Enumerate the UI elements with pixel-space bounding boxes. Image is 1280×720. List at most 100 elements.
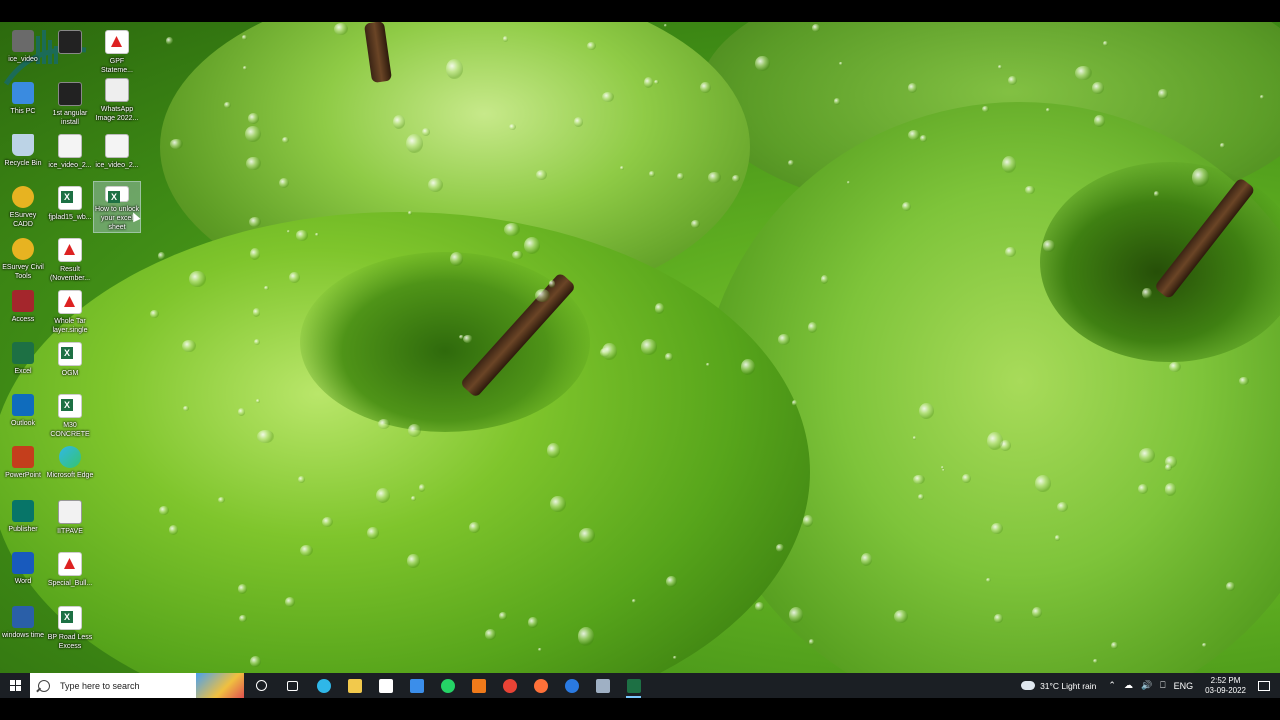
excel-file-icon: [58, 606, 82, 630]
firefox-taskbar-button[interactable]: [525, 673, 556, 698]
search-icon: [38, 679, 50, 692]
whatsapp-taskbar-button[interactable]: [432, 673, 463, 698]
publisher-app-icon: [12, 500, 34, 522]
water-drop: [731, 174, 741, 182]
network-icon[interactable]: ⎕: [1160, 680, 1165, 691]
water-drop: [601, 91, 614, 102]
desktop-icon-excel[interactable]: Excel: [0, 338, 46, 376]
water-drop: [861, 552, 872, 566]
desktop-icon-word[interactable]: Word: [0, 548, 46, 586]
desktop-icon-ice-video-2a[interactable]: ice_video_2...: [47, 130, 93, 170]
desktop-icon-publisher[interactable]: Publisher: [0, 496, 46, 534]
desktop-icon-ice-video-2b[interactable]: ice_video_2...: [94, 130, 140, 170]
excel-file-icon: [58, 342, 82, 366]
edge-app-icon: [59, 446, 81, 468]
access-app-icon: [12, 290, 34, 312]
mail-taskbar-button[interactable]: [401, 673, 432, 698]
water-drop: [602, 342, 617, 361]
task-view-taskbar-button[interactable]: [277, 673, 308, 698]
calculator-taskbar-button[interactable]: [587, 673, 618, 698]
file-explorer-taskbar-button[interactable]: [339, 673, 370, 698]
desktop-icon-m30-concrete[interactable]: M30 CONCRETE: [47, 390, 93, 439]
water-drop: [407, 211, 412, 216]
firefox-icon: [533, 678, 548, 693]
water-drop: [821, 275, 829, 284]
apple-hollow: [300, 252, 590, 432]
desktop-icon-special-bull[interactable]: Special_Bull...: [47, 548, 93, 588]
thunderbird-icon: [564, 678, 579, 693]
desktop-icons: ice_video GPF Stateme... This PC 1st ang…: [0, 22, 150, 673]
water-drop: [170, 138, 183, 149]
water-drop: [257, 429, 275, 443]
desktop-icon-windows-time[interactable]: windows time: [0, 602, 46, 640]
file-icon: [105, 134, 129, 158]
desktop-icon-whatsapp-image[interactable]: WhatsApp Image 2022...: [94, 74, 140, 123]
recycle-bin-icon: [12, 134, 34, 156]
edge-taskbar-button[interactable]: [308, 673, 339, 698]
desktop-icon-access[interactable]: Access: [0, 286, 46, 324]
outlook-app-icon: [12, 394, 34, 416]
mail-icon: [409, 678, 424, 693]
taskbar-search-box[interactable]: Type here to search: [30, 673, 244, 698]
cortana-taskbar-button[interactable]: [246, 673, 277, 698]
water-drop: [1164, 464, 1172, 472]
desktop-icon-powerpoint[interactable]: PowerPoint: [0, 442, 46, 480]
water-drop: [1092, 658, 1098, 663]
desktop-icon-this-pc[interactable]: This PC: [0, 78, 46, 116]
esurvey-icon: [12, 238, 34, 260]
whatsapp-icon: [440, 678, 455, 693]
desktop-icon-esurvey-civil-tools[interactable]: ESurvey Civil Tools: [0, 234, 46, 281]
water-drop: [468, 522, 480, 533]
water-drop: [1045, 107, 1051, 112]
start-button[interactable]: [0, 673, 30, 698]
water-drop: [535, 288, 551, 302]
water-drop: [808, 639, 814, 645]
desktop-icon-esurvey-cadd[interactable]: ESurvey CADD: [0, 182, 46, 229]
water-drop: [677, 173, 684, 181]
desktop-icon-fjplad15[interactable]: fjplad15_wb...: [47, 182, 93, 222]
desktop-icon-ogm[interactable]: OGM: [47, 338, 93, 378]
desktop-icon-outlook[interactable]: Outlook: [0, 390, 46, 428]
water-drop: [1055, 535, 1060, 541]
chevron-up-icon[interactable]: ⌃: [1108, 680, 1116, 691]
desktop-icon-iitpave[interactable]: IITPAVE: [47, 496, 93, 536]
notification-icon[interactable]: [1258, 680, 1270, 691]
snip-tool-taskbar-button[interactable]: [463, 673, 494, 698]
task-view-icon: [287, 680, 298, 691]
desktop-icon-result-november[interactable]: Result (November...: [47, 234, 93, 283]
water-drop: [1025, 185, 1035, 195]
taskbar: Type here to search 31°C Light rain ⌃ ☁ …: [0, 673, 1280, 698]
water-drop: [536, 170, 547, 180]
desktop-icon-video[interactable]: [47, 26, 93, 57]
desktop-icon-recycle-bin[interactable]: Recycle Bin: [0, 130, 46, 168]
water-drop: [297, 475, 305, 483]
water-drop: [528, 617, 538, 628]
desktop-icon-whole-tar[interactable]: Whole Tar layer.single: [47, 286, 93, 335]
water-drop: [775, 543, 784, 552]
chrome-taskbar-button[interactable]: [494, 673, 525, 698]
desktop-icon-ice-video[interactable]: ice_video: [0, 26, 46, 64]
water-drop: [1192, 168, 1209, 187]
weather-widget[interactable]: 31°C Light rain: [1021, 681, 1096, 691]
water-drop: [241, 35, 247, 40]
water-drop: [791, 399, 797, 406]
onedrive-icon[interactable]: ☁: [1124, 680, 1133, 691]
windows-logo-icon: [9, 680, 21, 691]
water-drop: [1031, 607, 1042, 619]
volume-icon[interactable]: 🔊: [1141, 680, 1152, 691]
water-drop: [165, 36, 173, 46]
excel-taskbar-button[interactable]: [618, 673, 649, 698]
desktop-icon-gpf-statement[interactable]: GPF Stateme...: [94, 26, 140, 75]
word-app-icon: [12, 552, 34, 574]
desktop-icon-bp-road[interactable]: BP Road Less Excess: [47, 602, 93, 651]
clock[interactable]: 2:52 PM 03-09-2022: [1205, 676, 1246, 696]
desktop-icon-edge[interactable]: Microsoft Edge: [47, 442, 93, 480]
taskbar-pinned-apps: [246, 673, 649, 698]
language-indicator[interactable]: ENG: [1174, 681, 1194, 691]
thunderbird-taskbar-button[interactable]: [556, 673, 587, 698]
microsoft-store-taskbar-button[interactable]: [370, 673, 401, 698]
water-drop: [777, 333, 791, 345]
water-drop: [754, 601, 764, 611]
desktop-icon-how-to-unlock[interactable]: How to unlock your excel sheet: [93, 181, 141, 233]
desktop-icon-angular-install[interactable]: 1st angular install: [47, 78, 93, 127]
